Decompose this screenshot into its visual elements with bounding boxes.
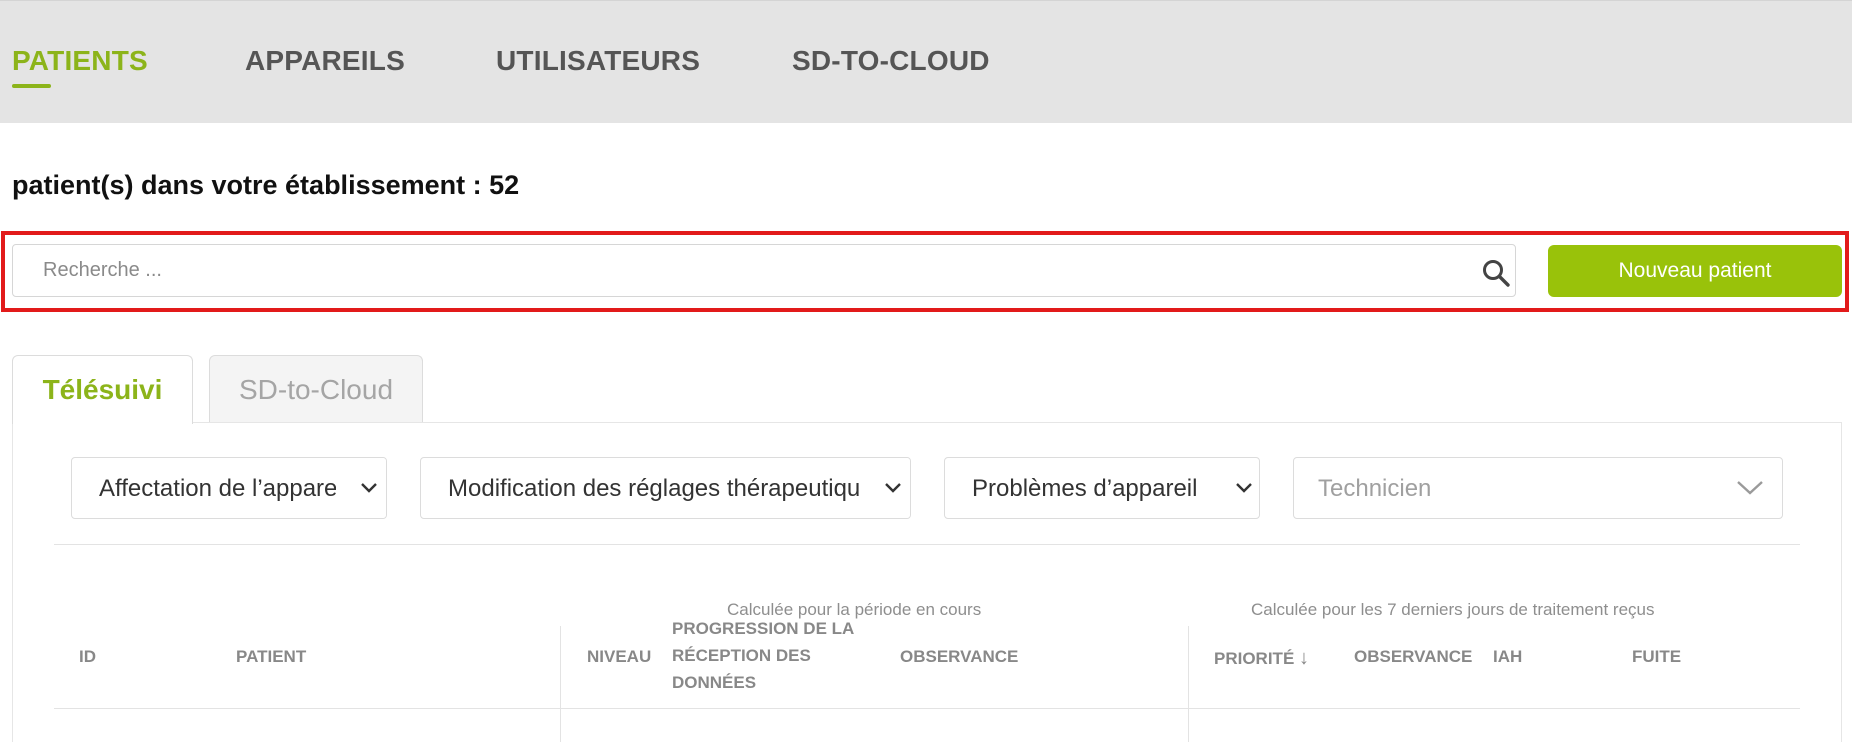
filter-technician[interactable]: Technicien: [1293, 457, 1783, 519]
top-navigation: PATIENTS APPAREILS UTILISATEURS SD-TO-CL…: [0, 0, 1852, 123]
column-header-data-progress[interactable]: PROGRESSION DE LA RÉCEPTION DES DONNÉES: [672, 615, 862, 696]
tab-sd-to-cloud[interactable]: SD-to-Cloud: [209, 355, 423, 423]
column-header-id[interactable]: ID: [79, 647, 96, 667]
new-patient-button[interactable]: Nouveau patient: [1548, 245, 1842, 297]
table-header-divider: [54, 708, 1800, 709]
chevron-down-icon: [1236, 483, 1252, 493]
group-header-last-7-days: Calculée pour les 7 derniers jours de tr…: [1251, 600, 1655, 619]
tab-telesuivi[interactable]: Télésuivi: [12, 355, 193, 424]
column-group-divider: [1188, 626, 1189, 742]
filter-device-problems[interactable]: Problèmes d’appareil: [944, 457, 1260, 519]
column-header-patient[interactable]: PATIENT: [236, 647, 306, 667]
nav-tab-utilisateurs[interactable]: UTILISATEURS: [496, 45, 700, 77]
column-header-fuite[interactable]: FUITE: [1632, 647, 1681, 667]
column-header-niveau[interactable]: NIVEAU: [587, 647, 651, 667]
nav-active-indicator: [12, 84, 51, 88]
column-header-observance-period[interactable]: OBSERVANCE: [900, 647, 1018, 667]
filter-technician-placeholder: Technicien: [1318, 475, 1432, 502]
filter-device-assignment[interactable]: Affectation de l’appareil: [71, 457, 387, 519]
filter-therapy-settings-label: Modification des réglages thérapeutiques: [448, 475, 886, 502]
search-icon[interactable]: [1481, 258, 1511, 288]
nav-tab-sd-to-cloud[interactable]: SD-TO-CLOUD: [792, 45, 990, 77]
nav-tab-patients[interactable]: PATIENTS: [12, 45, 148, 77]
sort-arrow-down-icon: ↓: [1299, 647, 1310, 669]
filters-divider: [54, 544, 1800, 545]
filter-therapy-settings[interactable]: Modification des réglages thérapeutiques: [420, 457, 911, 519]
chevron-down-icon: [1737, 481, 1763, 495]
column-header-observance-7days[interactable]: OBSERVANCE: [1354, 647, 1472, 667]
column-group-divider: [560, 626, 561, 742]
column-header-priorite-label: PRIORITÉ: [1214, 649, 1295, 668]
chevron-down-icon: [885, 483, 901, 493]
nav-tab-appareils[interactable]: APPAREILS: [245, 45, 405, 77]
filter-device-assignment-label: Affectation de l’appareil: [99, 475, 349, 502]
search-input[interactable]: [13, 245, 1453, 296]
filter-device-problems-label: Problèmes d’appareil: [972, 475, 1198, 502]
chevron-down-icon: [361, 483, 377, 493]
column-header-priorite[interactable]: PRIORITÉ ↓: [1214, 647, 1309, 670]
patient-count-heading: patient(s) dans votre établissement : 52: [12, 170, 520, 200]
search-field: [12, 244, 1516, 297]
column-header-iah[interactable]: IAH: [1493, 647, 1522, 667]
